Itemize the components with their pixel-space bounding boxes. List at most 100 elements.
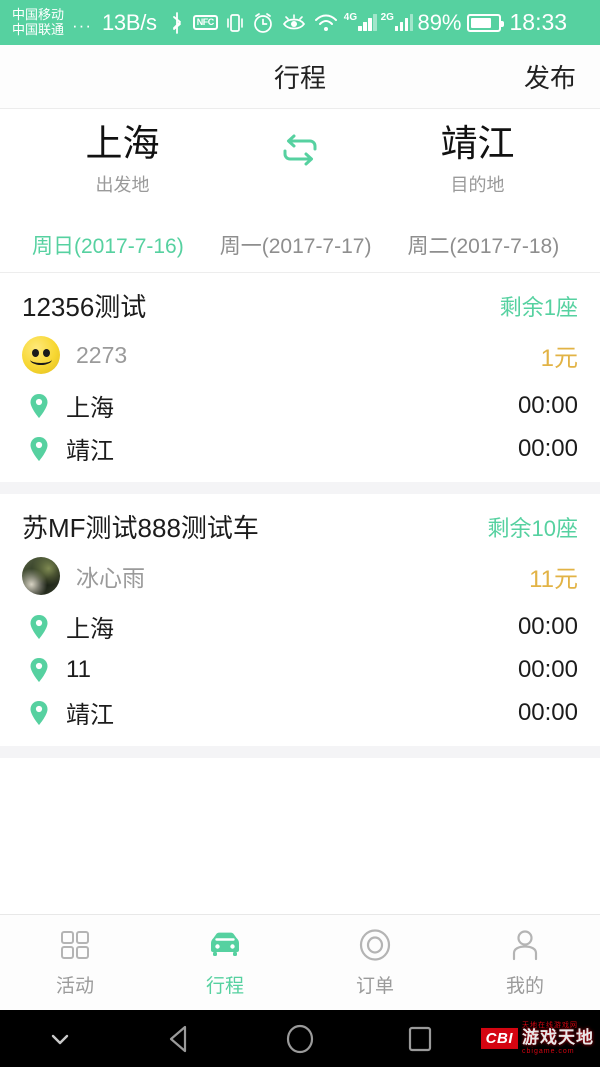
nfc-icon: NFC <box>192 15 218 30</box>
avatar <box>22 336 60 374</box>
battery-icon <box>466 13 504 32</box>
stop-list: 上海 00:00 靖江 00:00 <box>22 384 578 470</box>
watermark-text: 天地在线游戏网 游戏天地 cbigame.com <box>522 1021 594 1055</box>
stop-row: 上海 00:00 <box>22 384 578 427</box>
trip-title: 12356测试 <box>22 292 147 322</box>
date-tab-strip[interactable]: 周日(2017-7-16) 周一(2017-7-17) 周二(2017-7-18… <box>0 217 600 273</box>
carrier-labels: 中国移动 中国联通 <box>12 6 65 37</box>
tab-label: 行程 <box>205 975 244 997</box>
stop-row: 上海 00:00 <box>22 605 578 648</box>
sim1-bars <box>358 14 377 31</box>
tab-orders[interactable]: 订单 <box>300 928 450 998</box>
swap-arrows-icon <box>277 131 323 174</box>
watermark-brand: CBI <box>480 1028 518 1049</box>
stop-list: 上海 00:00 11 00:00 靖江 00:00 <box>22 605 578 734</box>
location-pin-icon <box>22 613 56 641</box>
driver-info: 2273 <box>22 336 127 374</box>
stop-time: 00:00 <box>517 434 578 462</box>
android-nav-bar[interactable]: CBI 天地在线游戏网 游戏天地 cbigame.com <box>0 1010 600 1067</box>
stop-time: 00:00 <box>517 391 578 419</box>
bottom-tab-bar[interactable]: 活动 行程 订单 我的 <box>0 914 600 1010</box>
trip-driver-row: 冰心雨 11元 <box>22 557 578 595</box>
date-tab-1[interactable]: 周一(2017-7-17) <box>202 230 390 260</box>
route-selector: 上海 出发地 靖江 目的地 <box>0 109 600 217</box>
tab-trips[interactable]: 行程 <box>150 928 300 998</box>
date-tab-0[interactable]: 周日(2017-7-16) <box>14 230 202 260</box>
sim2-network-label: 2G <box>380 12 394 23</box>
destination-city: 靖江 <box>440 122 515 164</box>
circle-target-icon <box>358 928 392 962</box>
stop-row: 靖江 00:00 <box>22 691 578 734</box>
origin-selector[interactable]: 上海 出发地 <box>0 123 245 197</box>
stop-time: 00:00 <box>517 698 578 726</box>
tab-label: 订单 <box>355 975 394 997</box>
location-pin-icon <box>22 435 56 463</box>
location-pin-icon <box>22 699 56 727</box>
status-bar: 中国移动 中国联通 ··· 13B/s NFC 4G 2G 89% 18:33 <box>0 0 600 45</box>
trip-price: 1元 <box>540 344 578 372</box>
stop-time: 00:00 <box>517 655 578 683</box>
trip-price: 11元 <box>529 565 578 593</box>
seats-remaining: 剩余1座 <box>499 294 578 320</box>
back-triangle-icon[interactable] <box>120 1024 240 1054</box>
clock-label: 18:33 <box>509 9 568 35</box>
swap-button[interactable] <box>245 131 355 190</box>
trip-title: 苏MF测试888测试车 <box>22 513 259 543</box>
stop-row: 靖江 00:00 <box>22 427 578 470</box>
trip-driver-row: 2273 1元 <box>22 336 578 374</box>
tab-activities[interactable]: 活动 <box>0 928 150 998</box>
stop-name: 靖江 <box>66 438 114 465</box>
wifi-icon <box>314 13 338 33</box>
tab-label: 活动 <box>55 975 94 997</box>
battery-percent-label: 89% <box>417 9 462 35</box>
trip-card-header: 12356测试 剩余1座 <box>22 287 578 324</box>
stop-name: 11 <box>66 655 91 683</box>
driver-name: 冰心雨 <box>76 565 145 591</box>
avatar-mouth <box>30 354 52 365</box>
origin-city: 上海 <box>85 122 160 164</box>
destination-selector[interactable]: 靖江 目的地 <box>355 123 600 197</box>
stop-row: 11 00:00 <box>22 648 578 691</box>
car-icon <box>207 928 243 962</box>
card-separator <box>0 482 600 494</box>
trip-card[interactable]: 苏MF测试888测试车 剩余10座 冰心雨 11元 上海 00:00 11 00… <box>0 494 600 746</box>
carrier-line-2: 中国联通 <box>12 21 65 37</box>
recents-square-icon[interactable] <box>360 1025 480 1053</box>
grid-icon <box>59 928 91 962</box>
publish-button[interactable]: 发布 <box>524 58 576 95</box>
carrier-line-1: 中国移动 <box>12 6 65 22</box>
stop-name: 上海 <box>66 616 114 643</box>
signal-4g-icon: 4G <box>343 12 377 31</box>
bluetooth-icon <box>169 11 185 35</box>
eye-icon <box>282 12 306 34</box>
seats-remaining: 剩余10座 <box>487 515 578 541</box>
sim1-network-label: 4G <box>343 12 358 23</box>
driver-info: 冰心雨 <box>22 557 145 595</box>
watermark-sub: cbigame.com <box>522 1047 575 1055</box>
home-circle-icon[interactable] <box>240 1023 360 1055</box>
stop-name: 靖江 <box>66 702 114 729</box>
network-speed-label: 13B/s <box>102 9 157 35</box>
signal-2g-icon: 2G <box>380 12 414 31</box>
trip-card-header: 苏MF测试888测试车 剩余10座 <box>22 508 578 545</box>
sim2-bars <box>394 14 414 31</box>
more-dots-icon: ··· <box>72 15 92 35</box>
tab-label: 我的 <box>505 975 544 997</box>
phone-screen: 中国移动 中国联通 ··· 13B/s NFC 4G 2G 89% 18:33 … <box>0 0 600 1067</box>
watermark-name: 游戏天地 <box>522 1028 594 1048</box>
nfc-label: NFC <box>192 15 218 30</box>
app-header: 行程 发布 <box>0 45 600 109</box>
origin-label: 出发地 <box>95 175 150 196</box>
alarm-icon <box>252 12 274 34</box>
tab-profile[interactable]: 我的 <box>450 928 600 998</box>
hide-keyboard-chevron-icon[interactable] <box>0 1026 120 1052</box>
page-title: 行程 <box>273 63 326 93</box>
trip-card[interactable]: 12356测试 剩余1座 2273 1元 上海 00:00 靖江 00:00 <box>0 273 600 482</box>
driver-name: 2273 <box>76 341 128 368</box>
trip-list[interactable]: 12356测试 剩余1座 2273 1元 上海 00:00 靖江 00:00 苏… <box>0 273 600 914</box>
destination-label: 目的地 <box>450 175 505 196</box>
list-bottom-separator <box>0 746 600 758</box>
list-empty-area <box>0 758 600 914</box>
date-tab-2[interactable]: 周二(2017-7-18) <box>389 230 577 260</box>
watermark: CBI 天地在线游戏网 游戏天地 cbigame.com <box>480 1021 594 1055</box>
